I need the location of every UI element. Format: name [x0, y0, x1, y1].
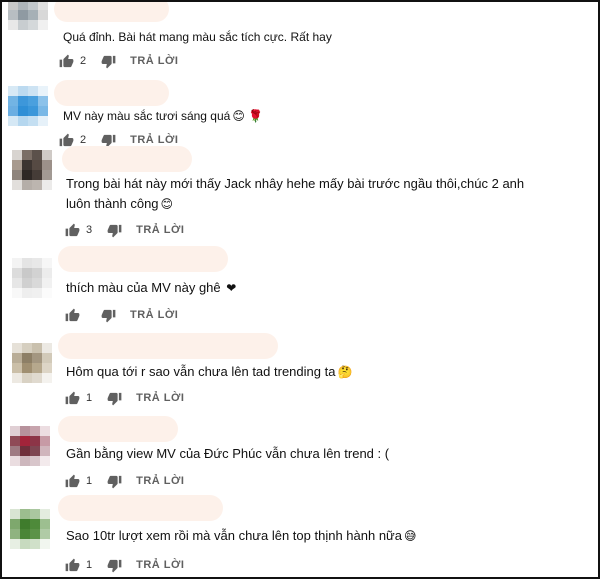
- like-count: 1: [86, 559, 93, 571]
- avatar[interactable]: [12, 343, 52, 383]
- avatar[interactable]: [12, 258, 52, 298]
- comment-text: Sao 10tr lượt xem rồi mà vẫn chưa lên to…: [66, 528, 417, 543]
- author-name-placeholder[interactable]: [58, 246, 228, 272]
- author-name-placeholder[interactable]: [58, 495, 223, 521]
- comment-actions: TRẢ LỜI: [64, 306, 178, 324]
- thumbs-up-icon[interactable]: [64, 557, 80, 573]
- thumbs-down-icon[interactable]: [100, 53, 116, 69]
- comment-actions: 3 TRẢ LỜI: [64, 221, 184, 239]
- like-count: 2: [80, 134, 87, 146]
- like-count: 1: [86, 392, 93, 404]
- thumbs-down-icon[interactable]: [106, 222, 122, 238]
- reply-button[interactable]: TRẢ LỜI: [136, 224, 184, 236]
- reply-button[interactable]: TRẢ LỜI: [136, 559, 184, 571]
- reply-button[interactable]: TRẢ LỜI: [130, 134, 178, 146]
- like-count: 3: [86, 224, 93, 236]
- comment-text: Trong bài hát này mới thấy Jack nhây heh…: [66, 176, 525, 211]
- reply-button[interactable]: TRẢ LỜI: [130, 309, 178, 321]
- avatar[interactable]: [8, 2, 48, 40]
- comment-actions: 1 TRẢ LỜI: [64, 556, 184, 574]
- thumbs-down-icon[interactable]: [100, 307, 116, 323]
- avatar[interactable]: [8, 86, 48, 126]
- thumbs-down-icon[interactable]: [106, 557, 122, 573]
- comments-panel: Quá đỉnh. Bài hát mang màu sắc tích cực.…: [0, 0, 600, 579]
- avatar[interactable]: [12, 150, 52, 190]
- reply-button[interactable]: TRẢ LỜI: [130, 55, 178, 67]
- author-name-placeholder[interactable]: [62, 146, 192, 172]
- thumbs-up-icon[interactable]: [64, 473, 80, 489]
- thumbs-down-icon[interactable]: [106, 473, 122, 489]
- avatar[interactable]: [10, 509, 50, 549]
- author-name-placeholder[interactable]: [54, 2, 169, 22]
- comment-actions: 1 TRẢ LỜI: [64, 472, 184, 490]
- thumbs-up-icon[interactable]: [64, 222, 80, 238]
- author-name-placeholder[interactable]: [58, 333, 278, 359]
- heart-icon: ❤: [226, 281, 237, 295]
- comment-text: Hôm qua tới r sao vẫn chưa lên tad trend…: [66, 364, 353, 379]
- comment-actions: 2 TRẢ LỜI: [58, 52, 178, 70]
- comment-text: MV này màu sắc tươi sáng quá 😊 🌹: [63, 109, 264, 123]
- comment-text: Gần bằng view MV của Đức Phúc vẫn chưa l…: [66, 446, 390, 461]
- thumbs-up-icon[interactable]: [58, 53, 74, 69]
- comment-text: Quá đỉnh. Bài hát mang màu sắc tích cực.…: [63, 30, 332, 44]
- reply-button[interactable]: TRẢ LỜI: [136, 392, 184, 404]
- thumbs-up-icon[interactable]: [64, 390, 80, 406]
- author-name-placeholder[interactable]: [54, 80, 169, 106]
- avatar[interactable]: [10, 426, 50, 466]
- comment-actions: 1 TRẢ LỜI: [64, 389, 184, 407]
- reply-button[interactable]: TRẢ LỜI: [136, 475, 184, 487]
- comment-text: thích màu của MV này ghê ❤: [66, 280, 237, 295]
- thumbs-down-icon[interactable]: [106, 390, 122, 406]
- thumbs-up-icon[interactable]: [64, 307, 80, 323]
- author-name-placeholder[interactable]: [58, 416, 178, 442]
- like-count: 2: [80, 55, 87, 67]
- like-count: 1: [86, 475, 93, 487]
